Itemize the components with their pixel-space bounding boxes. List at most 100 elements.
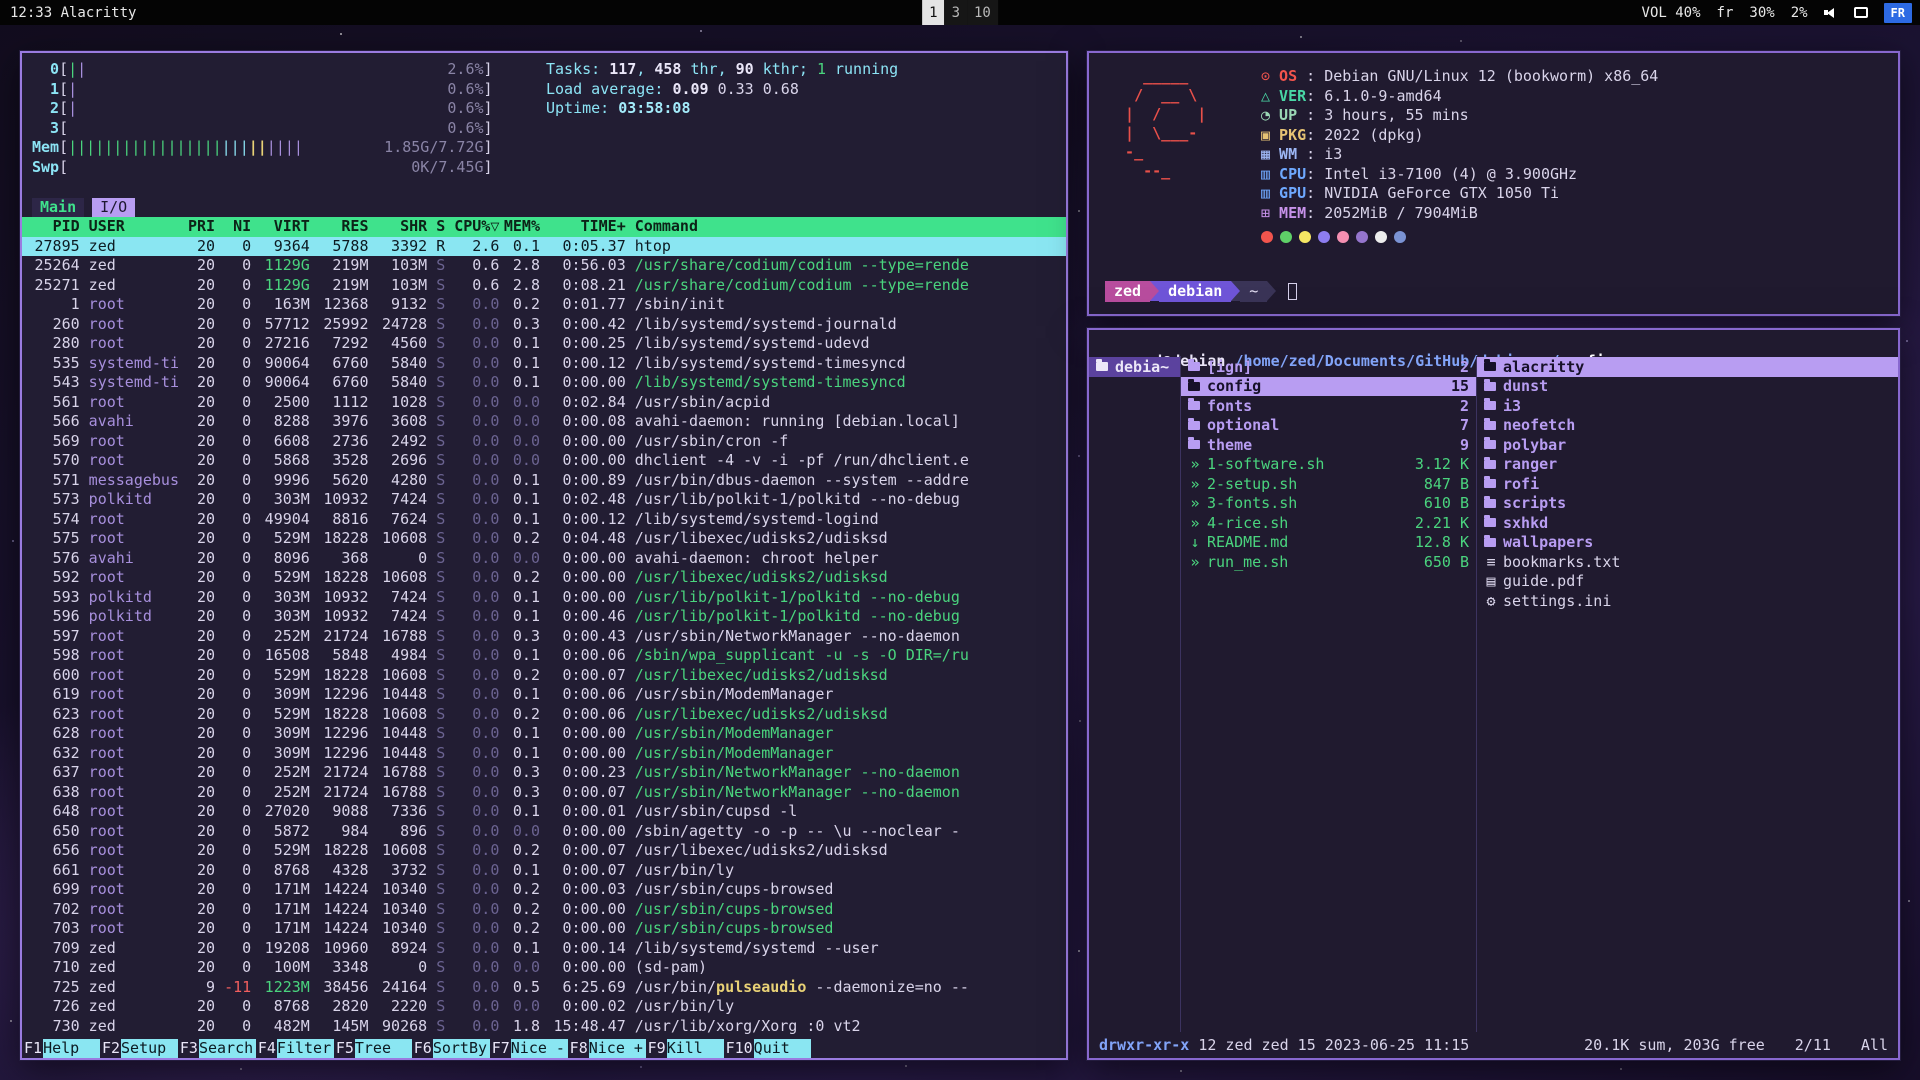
process-row-638[interactable]: 638root200252M2172416788S0.00.30:00.07/u…	[22, 783, 1066, 803]
process-row-280[interactable]: 280root2002721672924560S0.00.10:00.25/li…	[22, 334, 1066, 354]
file-item-readme-md[interactable]: ↓README.md12.8 K	[1181, 533, 1476, 553]
process-row-709[interactable]: 709zed20019208109608924S0.00.10:00.14/li…	[22, 939, 1066, 959]
dir-item-scripts[interactable]: scripts	[1477, 494, 1898, 514]
process-row-543[interactable]: 543systemd-ti2009006467605840S0.00.10:00…	[22, 373, 1066, 393]
process-row-1[interactable]: 1root200163M123689132S0.00.20:01.77/sbin…	[22, 295, 1066, 315]
process-row-648[interactable]: 648root2002702090887336S0.00.10:00.01/us…	[22, 802, 1066, 822]
column-header-command[interactable]: Command	[635, 217, 1066, 237]
process-row-710[interactable]: 710zed200100M33480S0.00.00:00.00(sd-pam)	[22, 958, 1066, 978]
file-item-1-software-sh[interactable]: »1-software.sh3.12 K	[1181, 455, 1476, 475]
process-row-699[interactable]: 699root200171M1422410340S0.00.20:00.03/u…	[22, 880, 1066, 900]
workspace-10[interactable]: 10	[967, 0, 998, 25]
workspace-3[interactable]: 3	[945, 0, 967, 25]
dir-item-alacritty[interactable]: alacritty	[1477, 357, 1898, 377]
process-row-726[interactable]: 726zed200876828202220S0.00.00:00.02/usr/…	[22, 997, 1066, 1017]
file-item-guide-pdf[interactable]: ▤guide.pdf	[1477, 572, 1898, 592]
dir-item-neofetch[interactable]: neofetch	[1477, 416, 1898, 436]
process-row-593[interactable]: 593polkitd200303M109327424S0.00.10:00.00…	[22, 588, 1066, 608]
tab-io[interactable]: I/O	[92, 198, 135, 218]
dir-item-ranger[interactable]: ranger	[1477, 455, 1898, 475]
process-row-619[interactable]: 619root200309M1229610448S0.00.10:00.06/u…	[22, 685, 1066, 705]
fn-button-f6[interactable]: F6SortBy	[412, 1039, 490, 1059]
dir-item-theme[interactable]: theme9	[1181, 435, 1476, 455]
column-header-pid[interactable]: PID	[30, 217, 80, 237]
workspace-1[interactable]: 1	[922, 0, 944, 25]
column-header-s[interactable]: S	[436, 217, 445, 237]
process-row-661[interactable]: 661root200876843283732S0.00.10:00.07/usr…	[22, 861, 1066, 881]
column-header-cpu[interactable]: CPU%▽	[454, 217, 499, 237]
file-item-bookmarks-txt[interactable]: ≡bookmarks.txt	[1477, 552, 1898, 572]
process-row-650[interactable]: 650root2005872984896S0.00.00:00.00/sbin/…	[22, 822, 1066, 842]
column-header-user[interactable]: USER	[89, 217, 179, 237]
process-row-656[interactable]: 656root200529M1822810608S0.00.20:00.07/u…	[22, 841, 1066, 861]
fn-button-f10[interactable]: F10Quit	[724, 1039, 811, 1059]
dir-item-polybar[interactable]: polybar	[1477, 435, 1898, 455]
display-icon[interactable]	[1854, 7, 1868, 18]
column-header-shr[interactable]: SHR	[378, 217, 428, 237]
fn-button-f5[interactable]: F5Tree	[334, 1039, 412, 1059]
process-row-575[interactable]: 575root200529M1822810608S0.00.20:04.48/u…	[22, 529, 1066, 549]
column-header-ni[interactable]: NI	[224, 217, 251, 237]
process-row-25271[interactable]: 25271zed2001129G219M103MS0.62.80:08.21/u…	[22, 276, 1066, 296]
dir-item-debia-[interactable]: debia~	[1089, 357, 1180, 377]
tab-main[interactable]: Main	[32, 198, 84, 218]
file-item-4-rice-sh[interactable]: »4-rice.sh2.21 K	[1181, 513, 1476, 533]
fn-button-f8[interactable]: F8Nice +	[568, 1039, 646, 1059]
process-row-730[interactable]: 730zed200482M145M90268S0.01.815:48.47/us…	[22, 1017, 1066, 1037]
process-row-598[interactable]: 598root2001650858484984S0.00.10:00.06/sb…	[22, 646, 1066, 666]
process-row-25264[interactable]: 25264zed2001129G219M103MS0.62.80:56.03/u…	[22, 256, 1066, 276]
fn-button-f4[interactable]: F4Filter	[256, 1039, 334, 1059]
process-row-596[interactable]: 596polkitd200303M109327424S0.00.10:00.46…	[22, 607, 1066, 627]
process-row-592[interactable]: 592root200529M1822810608S0.00.20:00.00/u…	[22, 568, 1066, 588]
process-row-623[interactable]: 623root200529M1822810608S0.00.20:00.06/u…	[22, 705, 1066, 725]
fn-button-f7[interactable]: F7Nice -	[490, 1039, 568, 1059]
shell-prompt[interactable]: zed debian ~	[1105, 281, 1297, 302]
process-row-571[interactable]: 571messagebus200999656204280S0.00.10:00.…	[22, 471, 1066, 491]
process-row-561[interactable]: 561root200250011121028S0.00.00:02.84/usr…	[22, 393, 1066, 413]
process-row-632[interactable]: 632root200309M1229610448S0.00.10:00.00/u…	[22, 744, 1066, 764]
file-item-2-setup-sh[interactable]: »2-setup.sh847 B	[1181, 474, 1476, 494]
process-row-702[interactable]: 702root200171M1422410340S0.00.20:00.00/u…	[22, 900, 1066, 920]
file-item-3-fonts-sh[interactable]: »3-fonts.sh610 B	[1181, 494, 1476, 514]
process-row-628[interactable]: 628root200309M1229610448S0.00.10:00.00/u…	[22, 724, 1066, 744]
column-header-virt[interactable]: VIRT	[260, 217, 310, 237]
process-row-569[interactable]: 569root200660827362492S0.00.00:00.00/usr…	[22, 432, 1066, 452]
column-header-mem[interactable]: MEM%	[499, 217, 540, 237]
process-row-566[interactable]: 566avahi200828839763608S0.00.00:00.08ava…	[22, 412, 1066, 432]
column-header-res[interactable]: RES	[319, 217, 369, 237]
file-item-run-me-sh[interactable]: »run_me.sh650 B	[1181, 552, 1476, 572]
column-header-pri[interactable]: PRI	[188, 217, 215, 237]
process-row-637[interactable]: 637root200252M2172416788S0.00.30:00.23/u…	[22, 763, 1066, 783]
htop-terminal-window[interactable]: 0[||2.6%]1[|0.6%]2[|0.6%]3[0.6%]Mem[||||…	[20, 51, 1068, 1060]
dir-item-config[interactable]: config15	[1181, 377, 1476, 397]
process-row-597[interactable]: 597root200252M2172416788S0.00.30:00.43/u…	[22, 627, 1066, 647]
process-row-600[interactable]: 600root200529M1822810608S0.00.20:00.07/u…	[22, 666, 1066, 686]
keyboard-flag-badge[interactable]: FR	[1884, 3, 1912, 23]
process-row-703[interactable]: 703root200171M1422410340S0.00.20:00.00/u…	[22, 919, 1066, 939]
process-row-576[interactable]: 576avahi20080963680S0.00.00:00.00avahi-d…	[22, 549, 1066, 569]
speaker-icon[interactable]	[1824, 6, 1838, 19]
column-header-time[interactable]: TIME+	[549, 217, 626, 237]
dir-item-dunst[interactable]: dunst	[1477, 377, 1898, 397]
dir-item-wallpapers[interactable]: wallpapers	[1477, 533, 1898, 553]
dir-item-optional[interactable]: optional7	[1181, 416, 1476, 436]
dir-item-sxhkd[interactable]: sxhkd	[1477, 513, 1898, 533]
fn-button-f9[interactable]: F9Kill	[646, 1039, 724, 1059]
fn-button-f2[interactable]: F2Setup	[100, 1039, 178, 1059]
process-row-574[interactable]: 574root2004990488167624S0.00.10:00.12/li…	[22, 510, 1066, 530]
file-item-settings-ini[interactable]: ⚙settings.ini	[1477, 591, 1898, 611]
fn-button-f1[interactable]: F1Help	[22, 1039, 100, 1059]
dir-item-i3[interactable]: i3	[1477, 396, 1898, 416]
process-row-725[interactable]: 725zed9-111223M3845624164S0.00.56:25.69/…	[22, 978, 1066, 998]
process-row-535[interactable]: 535systemd-ti2009006467605840S0.00.10:00…	[22, 354, 1066, 374]
process-row-570[interactable]: 570root200586835282696S0.00.00:00.00dhcl…	[22, 451, 1066, 471]
dir-item-fonts[interactable]: fonts2	[1181, 396, 1476, 416]
dir-item-rofi[interactable]: rofi	[1477, 474, 1898, 494]
ranger-terminal-window[interactable]: zed@debian /home/zed/Documents/GitHub/de…	[1087, 328, 1900, 1060]
process-row-260[interactable]: 260root200577122599224728S0.00.30:00.42/…	[22, 315, 1066, 335]
neofetch-terminal-window[interactable]: _____ / __ \ | / | | \___- -_ --_ ⊙OS : …	[1087, 51, 1900, 316]
dir-item--ign-[interactable]: [ign]2	[1181, 357, 1476, 377]
fn-button-f3[interactable]: F3Search	[178, 1039, 256, 1059]
process-row-27895[interactable]: 27895zed200936457883392R2.60.10:05.37hto…	[22, 237, 1066, 257]
process-row-573[interactable]: 573polkitd200303M109327424S0.00.10:02.48…	[22, 490, 1066, 510]
